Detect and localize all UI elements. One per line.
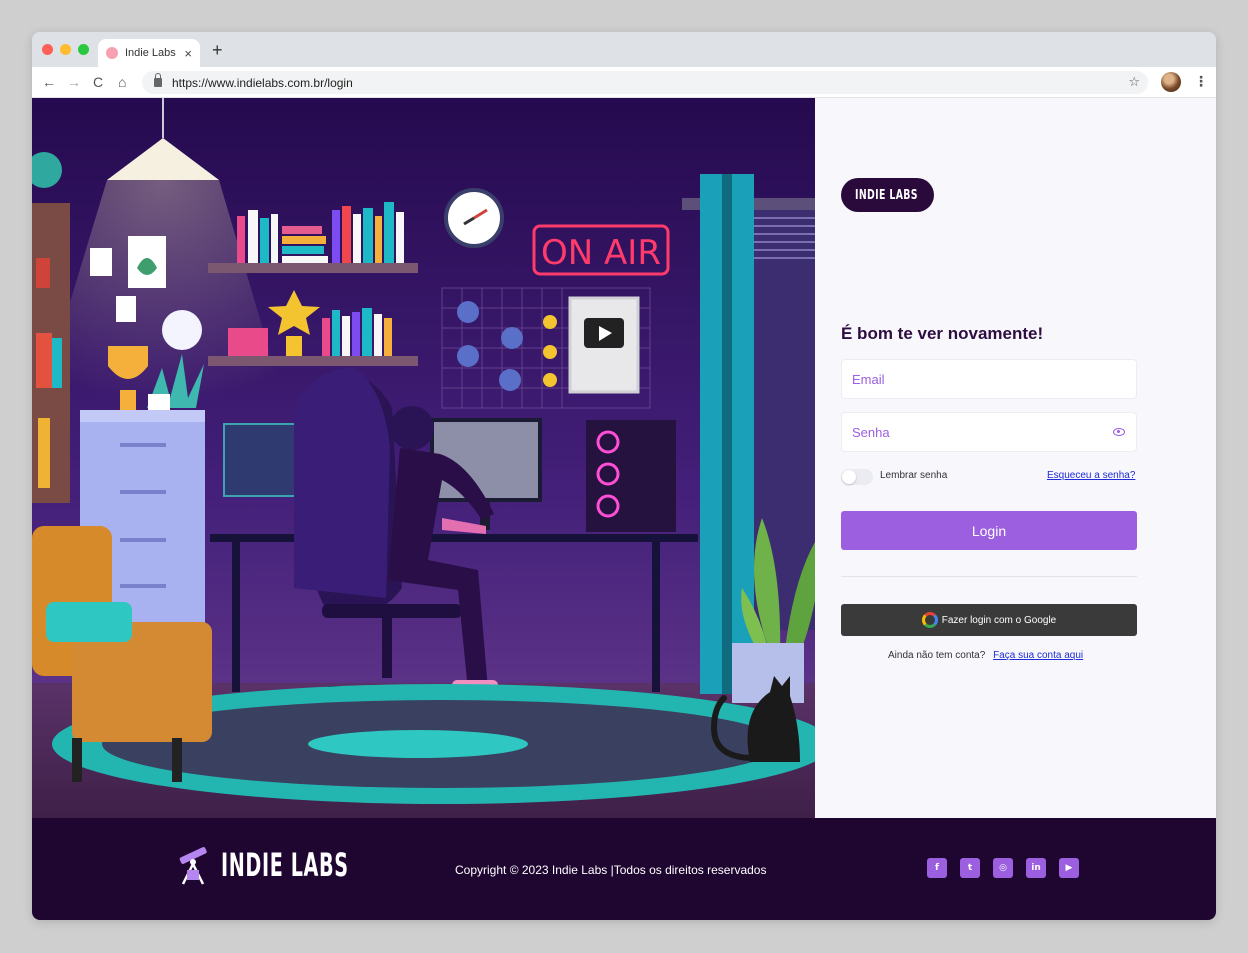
email-field[interactable] — [841, 359, 1137, 399]
forward-icon[interactable]: → — [67, 73, 81, 91]
footer: INDIE LABS Copyright © 2023 Indie Labs |… — [32, 818, 1216, 920]
no-account-text: Ainda não tem conta? — [888, 650, 986, 661]
toggle-knob — [842, 470, 856, 484]
on-air-sign: ON AIR — [541, 233, 661, 273]
reload-icon[interactable]: C — [93, 73, 103, 91]
password-input[interactable] — [852, 424, 1126, 440]
show-password-eye-icon[interactable] — [1113, 428, 1125, 436]
remember-password-toggle[interactable] — [841, 469, 873, 485]
profile-avatar[interactable] — [1161, 72, 1181, 92]
remember-password-label: Lembrar senha — [880, 470, 948, 481]
browser-tab[interactable]: Indie Labs × — [98, 39, 200, 67]
home-icon[interactable]: ⌂ — [118, 73, 126, 91]
url-text: https://www.indielabs.com.br/login — [172, 75, 353, 90]
google-login-label: Fazer login com o Google — [941, 614, 1057, 626]
google-login-button[interactable]: Fazer login com o Google — [841, 604, 1137, 636]
brand-logo: INDIE LABS — [841, 178, 934, 212]
minimize-window-button[interactable] — [60, 44, 71, 55]
browser-window: Indie Labs × + ← → C ⌂ https://www.indie… — [32, 32, 1216, 920]
window-controls — [42, 44, 89, 55]
url-bar[interactable]: https://www.indielabs.com.br/login ☆ — [142, 71, 1148, 94]
gamer-room-illustration: ON AIR — [32, 98, 815, 818]
email-input[interactable] — [852, 371, 1126, 387]
tab-close-icon[interactable]: × — [184, 46, 192, 61]
password-field[interactable] — [841, 412, 1137, 452]
hero-illustration: ON AIR — [32, 98, 815, 818]
footer-logo: INDIE LABS — [175, 844, 434, 886]
favicon-icon — [106, 47, 118, 59]
new-tab-button[interactable]: + — [212, 41, 223, 59]
brand-logo-text: INDIE LABS — [855, 187, 918, 203]
maximize-window-button[interactable] — [78, 44, 89, 55]
twitter-icon[interactable]: t — [960, 858, 980, 878]
youtube-icon[interactable]: ▶ — [1059, 858, 1079, 878]
browser-menu-icon[interactable]: ⋮ — [1194, 73, 1208, 90]
bookmark-star-icon[interactable]: ☆ — [1128, 74, 1140, 90]
social-links: f t ◎ in ▶ — [927, 858, 1079, 878]
tab-title: Indie Labs — [125, 47, 176, 59]
login-panel: INDIE LABS É bom te ver novamente! Lembr… — [815, 98, 1216, 818]
signup-link[interactable]: Faça sua conta aqui — [993, 650, 1083, 661]
telescope-logo-icon — [179, 847, 207, 885]
facebook-icon[interactable]: f — [927, 858, 947, 878]
copyright-text: Copyright © 2023 Indie Labs |Todos os di… — [455, 863, 767, 877]
footer-logo-text: INDIE LABS — [221, 846, 349, 884]
tab-bar: Indie Labs × + — [32, 32, 1216, 67]
signup-prompt: Ainda não tem conta? Faça sua conta aqui — [888, 650, 1083, 661]
linkedin-icon[interactable]: in — [1026, 858, 1046, 878]
lock-icon — [154, 73, 162, 87]
welcome-heading: É bom te ver novamente! — [841, 324, 1044, 343]
close-window-button[interactable] — [42, 44, 53, 55]
forgot-password-link[interactable]: Esqueceu a senha? — [1047, 470, 1135, 481]
address-bar-row: ← → C ⌂ https://www.indielabs.com.br/log… — [32, 67, 1216, 98]
google-icon — [921, 612, 938, 628]
instagram-icon[interactable]: ◎ — [993, 858, 1013, 878]
divider — [841, 576, 1137, 577]
back-icon[interactable]: ← — [42, 73, 56, 91]
login-button[interactable]: Login — [841, 511, 1137, 550]
